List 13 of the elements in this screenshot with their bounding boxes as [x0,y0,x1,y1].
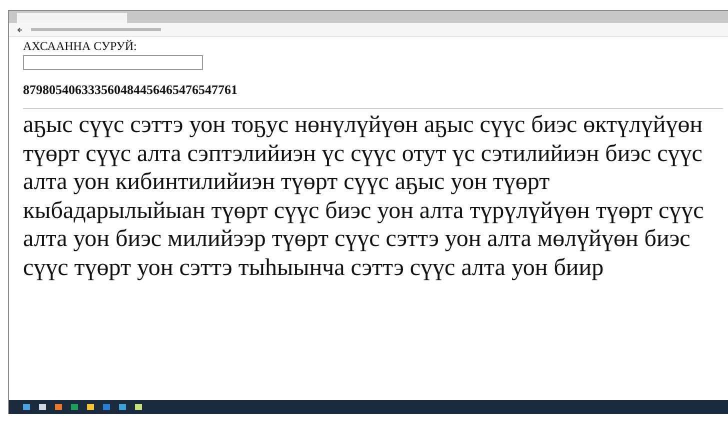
taskbar-app-icon[interactable] [39,404,46,410]
input-field[interactable] [23,55,203,70]
taskbar-app-icon[interactable] [55,404,62,410]
field-label: АХСААННА СУРУЙ: [23,39,137,54]
number-text: 879805406333560484456465476547761 [23,82,238,98]
taskbar-app-icon[interactable] [71,404,78,410]
number-words-text: аҕыс сүүс сэттэ уон тоҕус нөнүлүйүөн аҕыс сүүс биэс өктүлүйүөн түөрт сүүс алта сэптэлийиэн үс сүүс отут үс сэтилийиэн биэс сүүс алта уон кибинтилийиэн түөрт сүүс аҕыс уон түөрт кыбадарылыйыан түөрт сүүс биэс уон алта түрүлүйүөн түөрт сүүс алта уон биэс милийээр түөрт сүүс сэттэ уон алта мөлүйүөн биэс сүүс түөрт уон сэттэ тыһыынча сэттэ сүүс алта уон биир [23,111,705,282]
taskbar-app-icon[interactable] [119,404,126,410]
taskbar-app-icon[interactable] [23,404,30,410]
taskbar-app-icon[interactable] [103,404,110,410]
taskbar-app-icon[interactable] [135,404,142,410]
taskbar-app-icon[interactable] [87,404,94,410]
back-icon[interactable] [17,26,23,32]
